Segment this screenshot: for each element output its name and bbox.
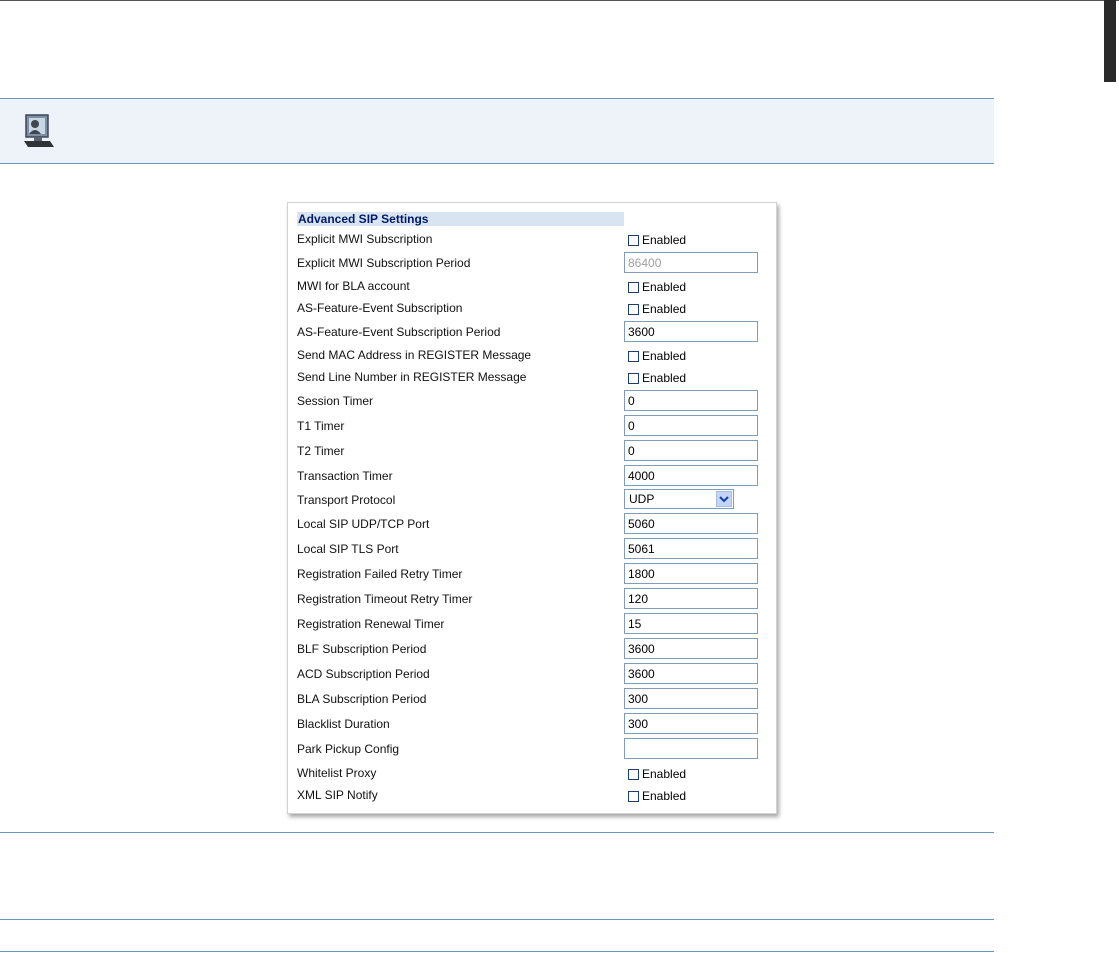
explicit-mwi-label: Explicit MWI Subscription: [297, 232, 433, 246]
reg-timeout-input[interactable]: [624, 588, 758, 609]
transport-protocol-label: Transport Protocol: [297, 493, 396, 507]
send-line-checkbox[interactable]: Enabled: [628, 371, 686, 385]
checkbox-icon[interactable]: [628, 791, 639, 802]
as-feature-period-label: AS-Feature-Event Subscription Period: [297, 325, 501, 339]
divider: [0, 919, 994, 920]
explicit-mwi-checkbox[interactable]: Enabled: [628, 233, 686, 247]
section-title: Advanced SIP Settings: [297, 212, 624, 226]
xml-sip-label: XML SIP Notify: [297, 788, 378, 802]
bla-period-label: BLA Subscription Period: [297, 692, 427, 706]
explicit-mwi-period-input: [624, 252, 758, 273]
checkbox-icon[interactable]: [628, 235, 639, 246]
session-timer-input[interactable]: [624, 390, 758, 411]
acd-period-label: ACD Subscription Period: [297, 667, 430, 681]
chevron-down-icon[interactable]: [716, 491, 732, 507]
blf-period-input[interactable]: [624, 638, 758, 659]
as-feature-period-input[interactable]: [624, 321, 758, 342]
t2-timer-label: T2 Timer: [297, 444, 345, 458]
whitelist-checkbox-label: Enabled: [642, 767, 687, 781]
reg-renewal-label: Registration Renewal Timer: [297, 617, 445, 631]
checkbox-icon[interactable]: [628, 769, 639, 780]
park-pickup-label: Park Pickup Config: [297, 742, 400, 756]
t1-timer-label: T1 Timer: [297, 419, 345, 433]
xml-sip-checkbox[interactable]: Enabled: [628, 789, 686, 803]
t2-timer-input[interactable]: [624, 440, 758, 461]
top-rule: [0, 0, 1119, 1]
send-mac-checkbox-label: Enabled: [642, 349, 687, 363]
send-line-label: Send Line Number in REGISTER Message: [297, 370, 527, 384]
local-tls-label: Local SIP TLS Port: [297, 542, 399, 556]
reg-failed-input[interactable]: [624, 563, 758, 584]
local-tls-input[interactable]: [624, 538, 758, 559]
transport-protocol-select[interactable]: UDP: [624, 489, 734, 509]
mwi-bla-label: MWI for BLA account: [297, 279, 410, 293]
xml-sip-checkbox-label: Enabled: [642, 789, 687, 803]
park-pickup-input[interactable]: [624, 738, 758, 759]
as-feature-label: AS-Feature-Event Subscription: [297, 301, 463, 315]
divider: [0, 951, 994, 952]
checkbox-icon[interactable]: [628, 282, 639, 293]
reg-failed-label: Registration Failed Retry Timer: [297, 567, 463, 581]
as-feature-checkbox-label: Enabled: [642, 302, 687, 316]
reg-timeout-label: Registration Timeout Retry Timer: [297, 592, 473, 606]
blacklist-label: Blacklist Duration: [297, 717, 390, 731]
checkbox-icon[interactable]: [628, 304, 639, 315]
send-mac-checkbox[interactable]: Enabled: [628, 349, 686, 363]
page-edge-tab: [1104, 0, 1116, 82]
bla-period-input[interactable]: [624, 688, 758, 709]
acd-period-input[interactable]: [624, 663, 758, 684]
transport-protocol-value: UDP: [629, 492, 655, 506]
local-udp-tcp-label: Local SIP UDP/TCP Port: [297, 517, 430, 531]
t1-timer-input[interactable]: [624, 415, 758, 436]
mwi-bla-checkbox-label: Enabled: [642, 280, 687, 294]
send-mac-label: Send MAC Address in REGISTER Message: [297, 348, 532, 362]
whitelist-label: Whitelist Proxy: [297, 766, 377, 780]
blf-period-label: BLF Subscription Period: [297, 642, 427, 656]
transaction-timer-input[interactable]: [624, 465, 758, 486]
mwi-bla-checkbox[interactable]: Enabled: [628, 280, 686, 294]
checkbox-icon[interactable]: [628, 373, 639, 384]
checkbox-icon[interactable]: [628, 351, 639, 362]
blacklist-input[interactable]: [624, 713, 758, 734]
session-timer-label: Session Timer: [297, 394, 374, 408]
local-udp-tcp-input[interactable]: [624, 513, 758, 534]
computer-person-icon: [24, 114, 54, 147]
note-bar: [0, 98, 994, 164]
transaction-timer-label: Transaction Timer: [297, 469, 393, 483]
explicit-mwi-period-label: Explicit MWI Subscription Period: [297, 256, 471, 270]
reg-renewal-input[interactable]: [624, 613, 758, 634]
explicit-mwi-checkbox-label: Enabled: [642, 233, 687, 247]
as-feature-checkbox[interactable]: Enabled: [628, 302, 686, 316]
send-line-checkbox-label: Enabled: [642, 371, 687, 385]
divider: [0, 832, 994, 833]
whitelist-checkbox[interactable]: Enabled: [628, 767, 686, 781]
